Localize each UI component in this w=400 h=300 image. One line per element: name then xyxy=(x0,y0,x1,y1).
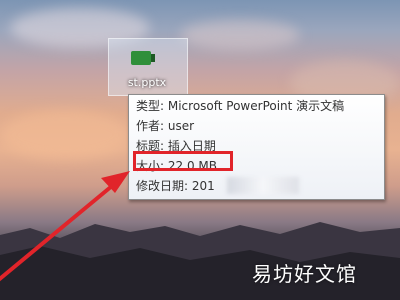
desktop-background: st.pptx 类型: Microsoft PowerPoint 演示文稿 作者… xyxy=(0,0,400,300)
red-arrow-annotation xyxy=(0,171,130,282)
watermark-text: 易坊好文馆 xyxy=(252,262,357,286)
